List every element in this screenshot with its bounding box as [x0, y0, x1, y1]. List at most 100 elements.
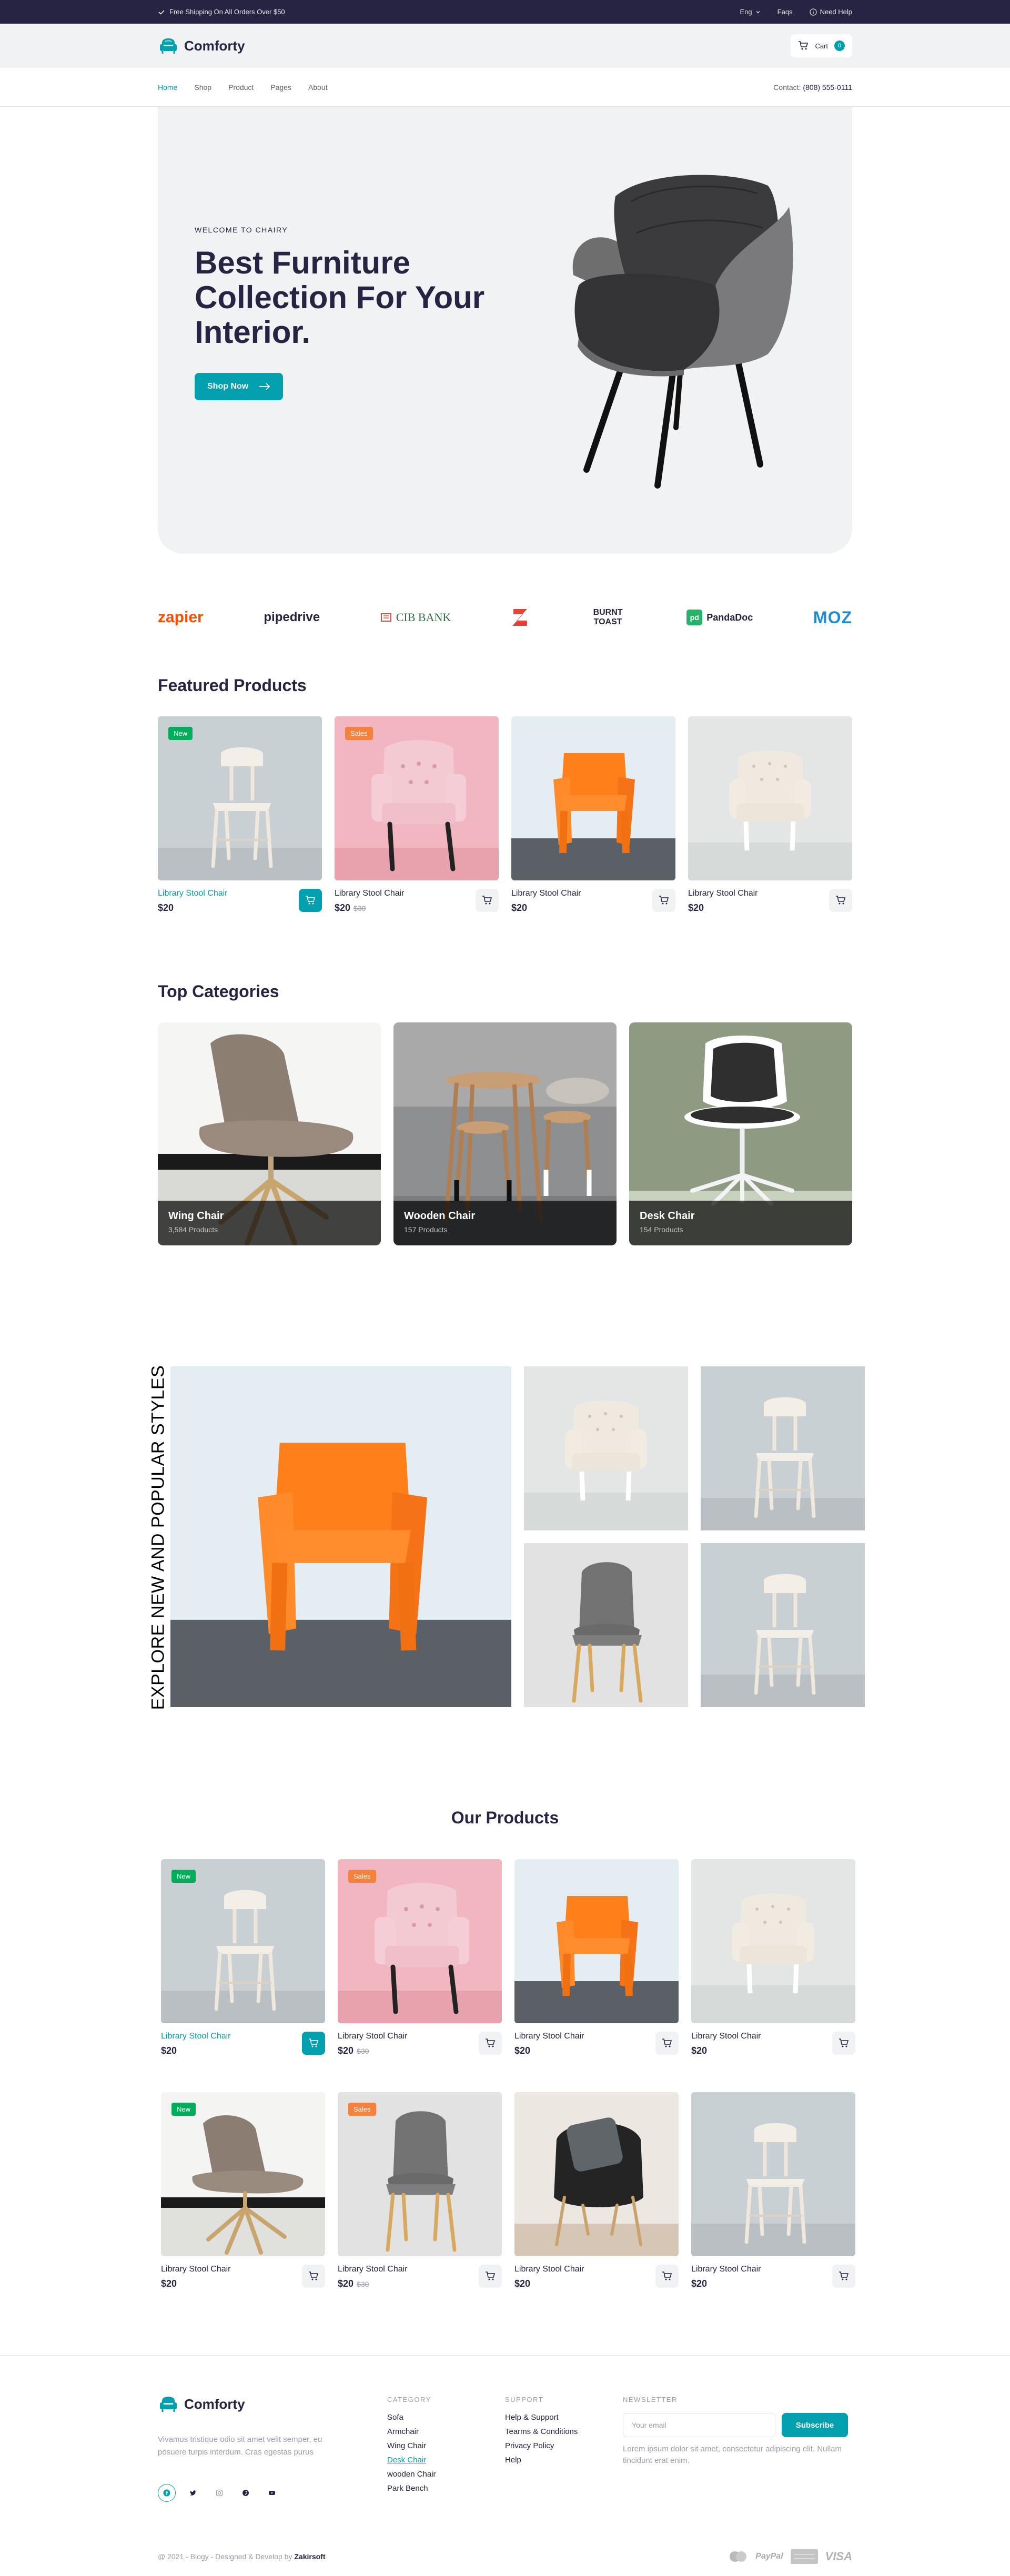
footer-link-wing-chair[interactable]: Wing Chair [387, 2441, 436, 2450]
nav-pages[interactable]: Pages [270, 83, 291, 92]
explore-image-4[interactable] [701, 1543, 865, 1707]
product-card[interactable]: New Library Stool Chair $20 [161, 2092, 325, 2289]
newsletter-email-input[interactable] [623, 2413, 775, 2437]
twitter-link[interactable] [184, 2484, 202, 2502]
product-image[interactable]: New [158, 716, 322, 880]
contact-info: Contact: (808) 555-0111 [773, 83, 852, 92]
category-card-desk-chair[interactable]: Desk Chair 154 Products [629, 1022, 852, 1245]
footer-link-desk-chair[interactable]: Desk Chair [387, 2456, 436, 2465]
product-image[interactable] [514, 2092, 679, 2256]
product-image[interactable]: New [161, 2092, 325, 2256]
cart-icon [662, 2271, 672, 2280]
product-card[interactable]: Library Stool Chair $20 [688, 716, 852, 914]
product-name[interactable]: Library Stool Chair [691, 2265, 761, 2274]
product-image[interactable] [514, 1859, 679, 2023]
product-card[interactable]: Library Stool Chair $20 [511, 716, 675, 914]
add-to-cart-button[interactable] [652, 889, 675, 912]
footer-link-park-bench[interactable]: Park Bench [387, 2484, 436, 2493]
footer-link-armchair[interactable]: Armchair [387, 2427, 436, 2436]
add-to-cart-button[interactable] [299, 889, 322, 912]
product-name[interactable]: Library Stool Chair [514, 2032, 584, 2041]
product-card[interactable]: Sales Library Stool Chair $20 $30 [338, 2092, 502, 2289]
explore-styles-section: EXPLORE NEW AND POPULAR STYLES [148, 1365, 865, 1710]
top-announcement-bar: Free Shipping On All Orders Over $50 Eng… [0, 0, 1010, 24]
cart-button[interactable]: Cart 0 [791, 34, 852, 57]
product-name[interactable]: Library Stool Chair [691, 2032, 761, 2041]
newsletter-note: Lorem ipsum dolor sit amet, consectetur … [623, 2445, 842, 2465]
product-card[interactable]: Library Stool Chair $20 [691, 1859, 855, 2056]
copyright: @ 2021 - Blogy - Designed & Develop by Z… [158, 2552, 325, 2561]
white-tufted-chair-image [691, 1859, 855, 2023]
category-card-wing-chair[interactable]: Wing Chair 3,584 Products [158, 1022, 381, 1245]
footer-link-sofa[interactable]: Sofa [387, 2413, 436, 2422]
language-selector[interactable]: Eng [740, 8, 761, 16]
product-name[interactable]: Library Stool Chair [335, 889, 405, 898]
nav-about[interactable]: About [308, 83, 328, 92]
product-image[interactable]: New [161, 1859, 325, 2023]
youtube-link[interactable] [263, 2484, 281, 2502]
product-image[interactable]: Sales [338, 2092, 502, 2256]
product-card[interactable]: New Library Stool Chair $20 [161, 1859, 325, 2056]
need-help-link[interactable]: Need Help [809, 8, 852, 16]
contact-phone[interactable]: (808) 555-0111 [803, 83, 852, 92]
explore-label-container: EXPLORE NEW AND POPULAR STYLES [144, 1365, 173, 1710]
product-name[interactable]: Library Stool Chair [688, 889, 758, 898]
pinterest-link[interactable] [237, 2484, 255, 2502]
product-image[interactable] [691, 2092, 855, 2256]
faqs-link[interactable]: Faqs [777, 8, 793, 16]
explore-image-2[interactable] [701, 1366, 865, 1530]
add-to-cart-button[interactable] [832, 2265, 855, 2288]
product-image[interactable]: Sales [338, 1859, 502, 2023]
footer-link-privacy[interactable]: Privacy Policy [505, 2441, 578, 2450]
copyright-brand[interactable]: Zakirsoft [294, 2552, 325, 2561]
add-to-cart-button[interactable] [655, 2032, 679, 2055]
product-card[interactable]: Sales Library Stool Chair $20 $30 [338, 1859, 502, 2056]
brand-name: Comforty [184, 37, 245, 54]
add-to-cart-button[interactable] [479, 2265, 502, 2288]
category-caption: Wooden Chair 157 Products [393, 1201, 617, 1245]
footer-link-help[interactable]: Help [505, 2456, 578, 2465]
nav-shop[interactable]: Shop [194, 83, 211, 92]
shop-now-button[interactable]: Shop Now [195, 373, 284, 400]
category-name: Desk Chair [640, 1210, 695, 1222]
product-name[interactable]: Library Stool Chair [338, 2032, 408, 2041]
add-to-cart-button[interactable] [832, 2032, 855, 2055]
subscribe-button[interactable]: Subscribe [782, 2413, 848, 2437]
product-card[interactable]: Sales Library Stool Chair $20 $30 [335, 716, 499, 914]
facebook-link[interactable] [158, 2484, 176, 2502]
featured-products-section: Featured Products New Library Stool Chai… [158, 676, 852, 914]
add-to-cart-button[interactable] [479, 2032, 502, 2055]
main-navigation: Home Shop Product Pages About Contact: (… [0, 68, 1010, 107]
product-image[interactable] [691, 1859, 855, 2023]
add-to-cart-button[interactable] [476, 889, 499, 912]
product-image[interactable]: Sales [335, 716, 499, 880]
product-image[interactable] [688, 716, 852, 880]
instagram-link[interactable] [210, 2484, 228, 2502]
product-card[interactable]: Library Stool Chair $20 [514, 2092, 679, 2289]
footer-link-wooden-chair[interactable]: wooden Chair [387, 2470, 436, 2479]
nav-product[interactable]: Product [228, 83, 254, 92]
explore-featured-image[interactable] [170, 1366, 511, 1707]
add-to-cart-button[interactable] [655, 2265, 679, 2288]
explore-image-3[interactable] [524, 1543, 688, 1707]
product-image[interactable] [511, 716, 675, 880]
brand-logo[interactable]: Comforty [158, 35, 245, 56]
footer-link-terms[interactable]: Tearms & Conditions [505, 2427, 578, 2436]
explore-image-1[interactable] [524, 1366, 688, 1530]
add-to-cart-button[interactable] [302, 2032, 325, 2055]
add-to-cart-button[interactable] [829, 889, 852, 912]
nav-home[interactable]: Home [158, 83, 177, 92]
add-to-cart-button[interactable] [302, 2265, 325, 2288]
footer-link-help-support[interactable]: Help & Support [505, 2413, 578, 2422]
product-name[interactable]: Library Stool Chair [161, 2265, 231, 2274]
product-card[interactable]: Library Stool Chair $20 [691, 2092, 855, 2289]
product-name[interactable]: Library Stool Chair [158, 889, 228, 898]
category-card-wooden-chair[interactable]: Wooden Chair 157 Products [393, 1022, 617, 1245]
footer-logo[interactable]: Comforty [158, 2394, 245, 2415]
product-name[interactable]: Library Stool Chair [514, 2265, 584, 2274]
product-name[interactable]: Library Stool Chair [338, 2265, 408, 2274]
product-name[interactable]: Library Stool Chair [511, 889, 581, 898]
product-card[interactable]: Library Stool Chair $20 [514, 1859, 679, 2056]
product-card[interactable]: New Library Stool Chair $20 [158, 716, 322, 914]
product-name[interactable]: Library Stool Chair [161, 2032, 231, 2041]
